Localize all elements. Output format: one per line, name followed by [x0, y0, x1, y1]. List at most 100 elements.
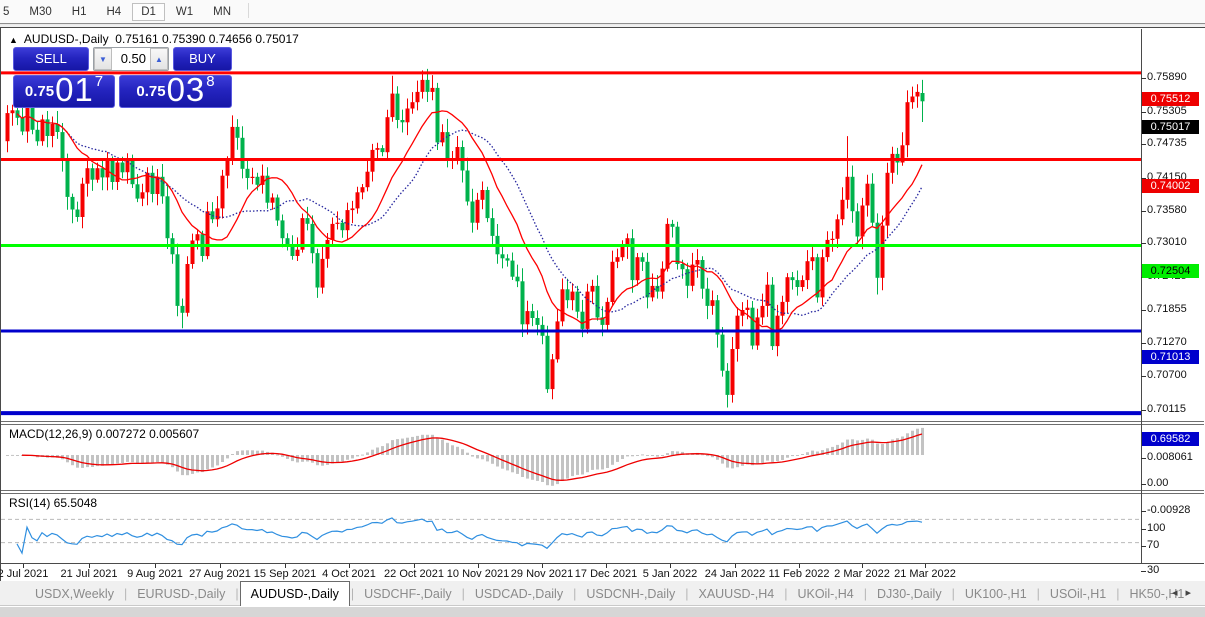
rsi-axis-label-tick [1141, 546, 1146, 547]
rsi-axis-label: 70 [1147, 539, 1160, 551]
tab-separator: | [573, 587, 577, 601]
macd-axis-label-tick [1141, 484, 1146, 485]
timeframe-button-w1[interactable]: W1 [167, 3, 202, 21]
chevron-down-icon: ▼ [99, 54, 107, 64]
tab-separator: | [123, 587, 128, 601]
timeframe-button-mn[interactable]: MN [204, 3, 240, 21]
tab-separator: | [350, 587, 355, 601]
price-axis-label: 0.75890 [1147, 71, 1187, 83]
tab-separator: | [685, 587, 689, 601]
price-axis-label: 0.73580 [1147, 204, 1187, 216]
buy-price-display[interactable]: 0.75 03 8 [119, 71, 232, 108]
timeframe-button-5[interactable]: 5 [0, 3, 18, 21]
rsi-axis-label-tick [1141, 529, 1146, 530]
sell-button[interactable]: SELL [13, 47, 89, 71]
time-axis-date-label: 21 Jul 2021 [60, 568, 118, 580]
timeframe-toolbar: 5 M30 H1 H4 D1 W1 MN [0, 0, 1205, 24]
price-axis-tick [1141, 211, 1146, 212]
tab-separator: | [784, 587, 788, 601]
macd-axis-label: -0.00928 [1147, 504, 1191, 516]
price-axis-label: 0.71855 [1147, 303, 1187, 315]
chevron-up-icon: ▲ [155, 54, 163, 64]
macd-axis-label: 0.00 [1147, 477, 1169, 489]
price-axis-label: 0.75305 [1147, 105, 1187, 117]
price-level-badge: 0.74002 [1142, 179, 1199, 193]
time-axis[interactable]: 2 Jul 2021 21 Jul 2021 9 Aug 2021 27 Aug 20… [0, 564, 1204, 581]
time-axis-date-label: 22 Oct 2021 [384, 568, 444, 580]
time-axis-date-label: 4 Oct 2021 [322, 568, 376, 580]
time-axis-date-label: 27 Aug 2021 [189, 568, 251, 580]
macd-axis-label-tick [1141, 511, 1146, 512]
rsi-axis-label: 100 [1147, 522, 1166, 534]
price-axis-label: 0.70700 [1147, 369, 1187, 381]
chart-tab-usoil-h1[interactable]: USOil-,H1 [1041, 582, 1115, 606]
toolbar-separator [248, 3, 250, 19]
buy-price-pips: 03 [166, 71, 206, 108]
volume-decrease-button[interactable]: ▼ [94, 48, 112, 70]
timeframe-button-h4[interactable]: H4 [97, 3, 130, 21]
price-axis-tick [1141, 112, 1146, 113]
chart-tab-usdx-weekly[interactable]: USDX,Weekly [26, 582, 123, 606]
macd-indicator-label: MACD(12,26,9) 0.007272 0.005607 [9, 427, 200, 441]
chart-tab-ukoil-h4[interactable]: UKOil-,H4 [788, 582, 862, 606]
time-axis-date-label: 10 Nov 2021 [446, 568, 510, 580]
timeframe-button-h1[interactable]: H1 [63, 3, 96, 21]
time-axis-date-label: 2 Mar 2022 [834, 568, 890, 580]
buy-price-base: 0.75 [136, 83, 166, 100]
price-axis-tick [1141, 144, 1146, 145]
sell-price-display[interactable]: 0.75 01 7 [13, 71, 115, 108]
chart-tab-bar: USDX,Weekly | EURUSD-,Daily | AUDUSD-,Daily |… [0, 581, 1205, 606]
price-axis-label: 0.73010 [1147, 236, 1187, 248]
tab-separator: | [461, 587, 465, 601]
time-axis-date-label: 9 Aug 2021 [127, 568, 183, 580]
chart-tab-xauusd-h4[interactable]: XAUUSD-,H4 [689, 582, 783, 606]
tab-separator: | [951, 587, 955, 601]
time-axis-date-label: 5 Jan 2022 [642, 568, 698, 580]
one-click-trading-panel: SELL ▼ 0.50 ▲ BUY 0.75 01 7 0.75 03 8 [13, 47, 232, 135]
sell-price-point: 7 [94, 73, 104, 90]
timeframe-button-m30[interactable]: M30 [20, 3, 60, 21]
time-axis-date-label: 17 Dec 2021 [574, 568, 638, 580]
rsi-axis-label: 30 [1147, 564, 1160, 576]
tab-scroll-arrows[interactable]: ◂▸ [1172, 581, 1199, 605]
price-level-badge: 0.69582 [1142, 432, 1199, 446]
sell-price-pips: 01 [55, 71, 94, 108]
chart-symbol-label: AUDUSD-,Daily [23, 32, 109, 46]
time-axis-date-label: 24 Jan 2022 [704, 568, 766, 580]
price-axis-tick [1141, 410, 1146, 411]
time-axis-date-label: 21 Mar 2022 [894, 568, 956, 580]
chart-tab-usdcad-daily[interactable]: USDCAD-,Daily [466, 582, 572, 606]
scroll-left-icon[interactable]: ◂ [1172, 587, 1186, 599]
chart-tab-usdchf-daily[interactable]: USDCHF-,Daily [355, 582, 461, 606]
volume-input[interactable]: 0.50 [112, 48, 150, 70]
price-axis-tick [1141, 343, 1146, 344]
volume-increase-button[interactable]: ▲ [150, 48, 168, 70]
rsi-panel-canvas[interactable] [1, 494, 1204, 562]
price-axis-label: 0.71270 [1147, 336, 1187, 348]
rsi-indicator-label: RSI(14) 65.5048 [9, 496, 98, 510]
rsi-axis-label-tick [1141, 571, 1146, 572]
tab-separator: | [235, 587, 239, 601]
chart-tab-usdcnh-daily[interactable]: USDCNH-,Daily [577, 582, 684, 606]
price-axis-label: 0.70115 [1147, 403, 1186, 415]
chart-tab-uk100-h1[interactable]: UK100-,H1 [956, 582, 1036, 606]
time-axis-date-label: 29 Nov 2021 [510, 568, 574, 580]
chart-window[interactable]: 2 Jul 2021 21 Jul 2021 9 Aug 2021 27 Aug 20… [0, 27, 1205, 592]
chart-ohlc-values: 0.75161 0.75390 0.74656 0.75017 [115, 32, 299, 46]
chart-tab-eurusd-daily[interactable]: EURUSD-,Daily [128, 582, 234, 606]
scroll-right-icon[interactable]: ▸ [1185, 587, 1199, 599]
collapse-triangle-icon[interactable]: ▲ [9, 35, 18, 45]
mt4-window: 5 M30 H1 H4 D1 W1 MN 2 Jul 2021 21 Jul 2021 9 Au… [0, 0, 1205, 617]
time-axis-date-label: 2 Jul 2021 [0, 568, 49, 580]
price-level-badge: 0.75017 [1142, 120, 1199, 134]
chart-tab-dj30-daily[interactable]: DJ30-,Daily [868, 582, 951, 606]
timeframe-button-d1[interactable]: D1 [132, 3, 165, 21]
macd-axis-label: 0.008061 [1147, 451, 1193, 463]
buy-price-point: 8 [206, 73, 215, 90]
buy-button[interactable]: BUY [173, 47, 232, 71]
price-axis-line [1141, 29, 1142, 563]
macd-axis-label-tick [1141, 458, 1146, 459]
chart-title: ▲ AUDUSD-,Daily 0.75161 0.75390 0.74656 0… [9, 32, 299, 46]
chart-tab-audusd-daily[interactable]: AUDUSD-,Daily [239, 581, 350, 606]
tab-separator: | [1116, 587, 1120, 601]
